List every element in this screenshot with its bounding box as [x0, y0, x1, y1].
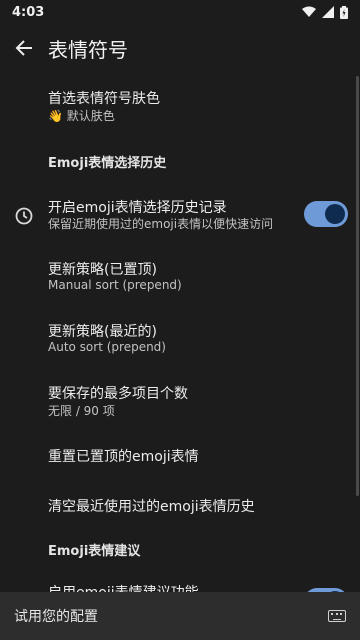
toggle-knob [325, 204, 345, 224]
arrow-back-icon [15, 40, 32, 56]
settings-list[interactable]: 首选表情符号肤色 👋 默认肤色 Emoji表情选择历史 开启emoji表情选择历… [0, 72, 360, 592]
waving-hand-emoji: 👋 [48, 109, 63, 123]
reset-pinned-title: 重置已置顶的emoji表情 [48, 449, 199, 465]
reset-pinned-pref[interactable]: 重置已置顶的emoji表情 [0, 432, 360, 482]
scrollbar[interactable] [356, 76, 359, 496]
try-config-bar[interactable]: 试用您的配置 [0, 592, 360, 640]
update-pinned-pref[interactable]: 更新策略(已置顶) Manual sort (prepend) [0, 246, 360, 308]
update-recent-pref[interactable]: 更新策略(最近的) Auto sort (prepend) [0, 308, 360, 370]
history-section-header: Emoji表情选择历史 [48, 156, 167, 171]
max-items-pref[interactable]: 要保存的最多项目个数 无限 / 90 项 [0, 370, 360, 432]
keyboard-icon[interactable] [328, 610, 346, 622]
update-pinned-title: 更新策略(已置顶) [48, 262, 157, 278]
wifi-icon [302, 6, 316, 17]
max-items-title: 要保存的最多项目个数 [48, 386, 188, 402]
suggestion-toggle-pref[interactable]: 启用emoji表情建议功能 [0, 572, 360, 592]
suggestion-section-header: Emoji表情建议 [48, 544, 141, 559]
signal-icon [322, 6, 334, 18]
history-toggle-summary: 保留近期使用过的emoji表情以便快速访问 [48, 217, 274, 231]
skin-tone-summary: 👋 默认肤色 [48, 109, 115, 123]
max-items-summary: 无限 / 90 项 [48, 404, 115, 418]
skin-tone-pref[interactable]: 首选表情符号肤色 👋 默认肤色 [0, 72, 360, 134]
clear-recent-pref[interactable]: 清空最近使用过的emoji表情历史 [0, 482, 360, 532]
update-pinned-summary: Manual sort (prepend) [48, 278, 182, 292]
history-clock-icon [15, 207, 33, 225]
history-toggle-pref[interactable]: 开启emoji表情选择历史记录 保留近期使用过的emoji表情以便快速访问 [0, 184, 360, 246]
back-button[interactable] [0, 24, 48, 72]
try-config-input[interactable]: 试用您的配置 [14, 606, 98, 626]
suggestion-section: Emoji表情建议 [0, 532, 360, 572]
suggestion-toggle-title: 启用emoji表情建议功能 [48, 582, 199, 592]
page-title: 表情符号 [48, 37, 128, 62]
battery-icon [340, 5, 348, 19]
clear-recent-title: 清空最近使用过的emoji表情历史 [48, 499, 255, 515]
status-icons [302, 5, 348, 19]
skin-tone-title: 首选表情符号肤色 [48, 91, 160, 107]
update-recent-title: 更新策略(最近的) [48, 324, 157, 340]
status-bar: 4:03 [0, 0, 360, 24]
history-toggle-title: 开启emoji表情选择历史记录 [48, 200, 227, 216]
history-toggle-switch[interactable] [304, 201, 348, 227]
app-bar: 表情符号 [0, 24, 360, 72]
status-time: 4:03 [12, 4, 45, 20]
update-recent-summary: Auto sort (prepend) [48, 340, 166, 354]
history-section: Emoji表情选择历史 [0, 134, 360, 184]
